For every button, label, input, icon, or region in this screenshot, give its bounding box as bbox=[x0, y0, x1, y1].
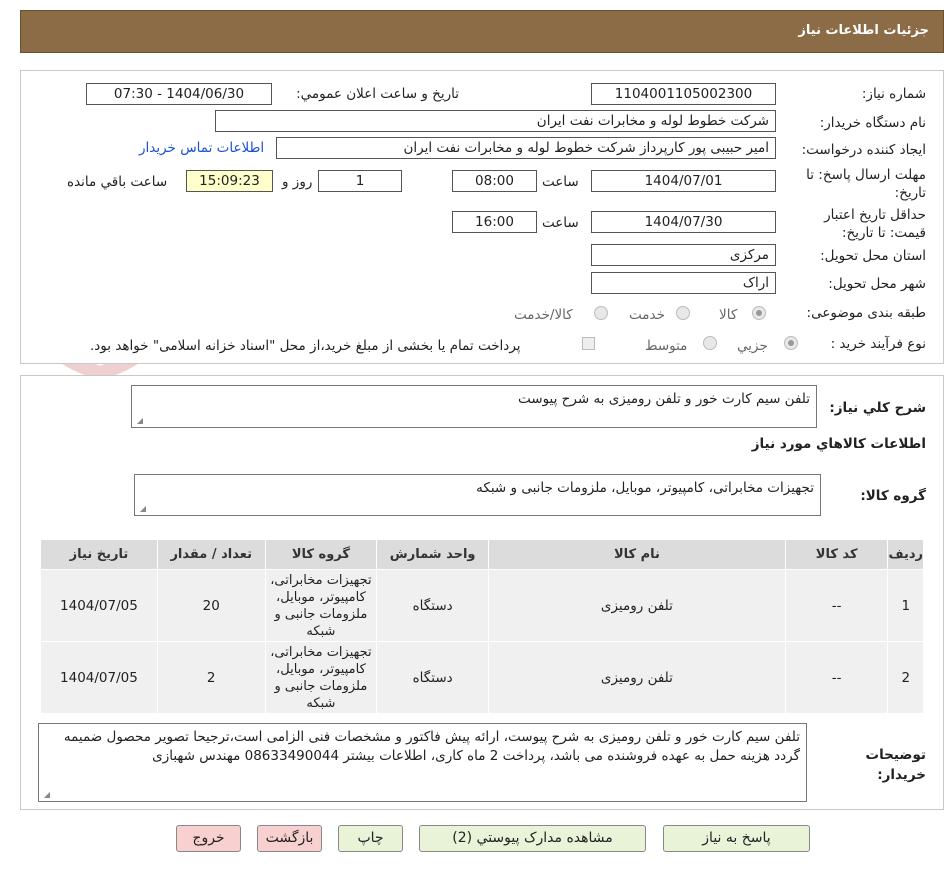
announce-label: تاریخ و ساعت اعلان عمومي: bbox=[296, 86, 459, 102]
city-label: شهر محل تحویل: bbox=[828, 276, 926, 292]
buyer-notes-textarea[interactable]: تلفن سیم کارت خور و تلفن رومیزی به شرح پ… bbox=[38, 723, 807, 802]
cell-code: -- bbox=[784, 569, 889, 642]
reply-date-field: 1404/07/01 bbox=[591, 170, 776, 192]
requester-label: ایجاد کننده درخواست: bbox=[801, 142, 926, 158]
buyer-org-label: نام دستگاه خریدار: bbox=[819, 115, 926, 131]
col-name: نام کالا bbox=[488, 539, 786, 570]
page-title: جزئیات اطلاعات نیاز bbox=[798, 23, 929, 38]
print-button[interactable]: چاپ bbox=[338, 825, 403, 852]
process-option-minor: جزیي bbox=[737, 338, 768, 354]
category-radio-service[interactable] bbox=[676, 306, 690, 320]
days-field: 1 bbox=[318, 170, 402, 192]
announce-field: 1404/06/30 - 07:30 bbox=[86, 83, 272, 105]
cell-unit: دستگاه bbox=[376, 641, 489, 714]
reply-time-label: ساعت bbox=[542, 174, 579, 190]
back-button[interactable]: بازگشت bbox=[257, 825, 322, 852]
goods-table: ردیف کد کالا نام کالا واحد شمارش گروه کا… bbox=[40, 539, 924, 714]
col-date: تاریخ نیاز bbox=[40, 539, 158, 570]
cell-name: تلفن رومیزی bbox=[488, 569, 786, 642]
reply-time-field: 08:00 bbox=[452, 170, 537, 192]
cell-date: 1404/07/05 bbox=[40, 641, 158, 714]
need-number-label: شماره نیاز: bbox=[861, 86, 926, 102]
treasury-note: پرداخت تمام یا بخشی از مبلغ خرید،از محل … bbox=[90, 338, 521, 354]
general-desc-textarea[interactable]: تلفن سیم کارت خور و تلفن رومیزی به شرح پ… bbox=[131, 385, 817, 428]
category-option-goods: کالا bbox=[719, 307, 738, 323]
col-row: ردیف bbox=[887, 539, 924, 570]
reply-deadline-label: مهلت ارسال پاسخ: تا تاریخ: bbox=[806, 167, 926, 201]
category-radio-goods[interactable] bbox=[752, 306, 766, 320]
process-label: نوع فرآیند خرید : bbox=[830, 336, 926, 352]
table-row[interactable]: 2 -- تلفن رومیزی دستگاه تجهیزات مخابراتی… bbox=[40, 641, 924, 714]
process-option-medium: متوسط bbox=[645, 338, 688, 354]
price-time-field: 16:00 bbox=[452, 211, 537, 233]
cell-row: 2 bbox=[887, 641, 924, 714]
general-desc-label: شرح کلي نیاز: bbox=[829, 400, 926, 416]
buyer-org-field: شرکت خطوط لوله و مخابرات نفت ایران bbox=[215, 110, 776, 132]
days-label: روز و bbox=[282, 174, 313, 190]
price-validity-label: حداقل تاریخ اعتبار قیمت: تا تاریخ: bbox=[824, 207, 926, 241]
province-field: مرکزی bbox=[591, 244, 776, 266]
goods-info-title: اطلاعات کالاهاي مورد نیاز bbox=[751, 436, 926, 452]
table-row[interactable]: 1 -- تلفن رومیزی دستگاه تجهیزات مخابراتی… bbox=[40, 569, 924, 642]
cell-group: تجهیزات مخابراتی، کامپیوتر، موبایل، ملزو… bbox=[264, 641, 378, 714]
cell-name: تلفن رومیزی bbox=[488, 641, 786, 714]
province-label: استان محل تحویل: bbox=[820, 248, 926, 264]
buyer-notes-label: توضیحات خریدار: bbox=[865, 747, 926, 783]
cell-unit: دستگاه bbox=[376, 569, 489, 642]
exit-button[interactable]: خروج bbox=[176, 825, 241, 852]
process-radio-minor[interactable] bbox=[784, 336, 798, 350]
resize-grip-icon[interactable]: ◢ bbox=[42, 791, 50, 799]
reply-button[interactable]: پاسخ به نیاز bbox=[663, 825, 810, 852]
buyer-contact-link[interactable]: اطلاعات تماس خریدار bbox=[139, 140, 264, 156]
cell-group: تجهیزات مخابراتی، کامپیوتر، موبایل، ملزو… bbox=[264, 569, 378, 642]
cell-row: 1 bbox=[887, 569, 924, 642]
category-option-service: خدمت bbox=[629, 307, 665, 323]
cell-qty: 20 bbox=[156, 569, 266, 642]
price-date-field: 1404/07/30 bbox=[591, 211, 776, 233]
cell-code: -- bbox=[784, 641, 889, 714]
cell-qty: 2 bbox=[156, 641, 266, 714]
requester-field: امیر حبیبی پور کارپرداز شرکت خطوط لوله و… bbox=[276, 137, 776, 159]
general-desc-text: تلفن سیم کارت خور و تلفن رومیزی به شرح پ… bbox=[518, 391, 810, 407]
resize-grip-icon[interactable]: ◢ bbox=[138, 505, 146, 513]
col-group: گروه کالا bbox=[264, 539, 378, 570]
col-qty: تعداد / مقدار bbox=[156, 539, 266, 570]
process-radio-medium[interactable] bbox=[703, 336, 717, 350]
table-header-row: ردیف کد کالا نام کالا واحد شمارش گروه کا… bbox=[40, 539, 924, 570]
goods-group-text: تجهیزات مخابراتی، کامپیوتر، موبایل، ملزو… bbox=[476, 480, 814, 496]
category-label: طبقه بندی موضوعی: bbox=[806, 305, 926, 321]
goods-group-textarea[interactable]: تجهیزات مخابراتی، کامپیوتر، موبایل، ملزو… bbox=[134, 474, 821, 516]
remaining-time-label: ساعت باقي مانده bbox=[67, 174, 168, 190]
city-field: اراک bbox=[591, 272, 776, 294]
attachments-button[interactable]: مشاهده مدارک پیوستي (2) bbox=[419, 825, 646, 852]
price-time-label: ساعت bbox=[542, 215, 579, 231]
buyer-notes-text: تلفن سیم کارت خور و تلفن رومیزی به شرح پ… bbox=[63, 729, 800, 764]
col-code: کد کالا bbox=[784, 539, 889, 570]
cell-date: 1404/07/05 bbox=[40, 569, 158, 642]
remaining-time-field: 15:09:23 bbox=[186, 170, 273, 192]
category-option-goods-service: کالا/خدمت bbox=[514, 307, 573, 323]
treasury-checkbox[interactable] bbox=[582, 337, 595, 350]
need-number-field: 1104001105002300 bbox=[591, 83, 776, 105]
goods-group-label: گروه کالا: bbox=[860, 488, 926, 504]
resize-grip-icon[interactable]: ◢ bbox=[135, 417, 143, 425]
col-unit: واحد شمارش bbox=[376, 539, 489, 570]
category-radio-goods-service[interactable] bbox=[594, 306, 608, 320]
page-header: جزئیات اطلاعات نیاز bbox=[20, 10, 944, 53]
